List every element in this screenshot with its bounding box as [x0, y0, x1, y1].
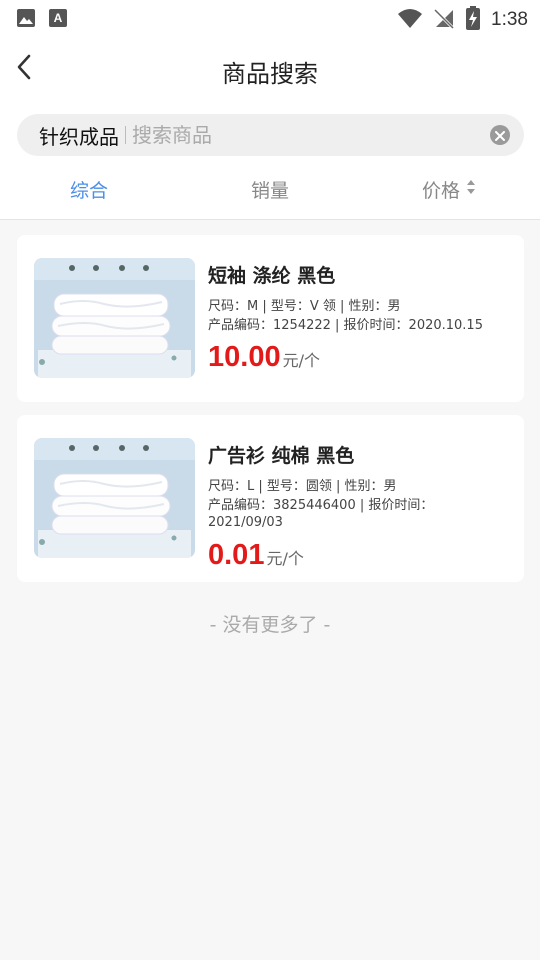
price-unit: 元/个 — [282, 351, 320, 370]
image-icon — [16, 8, 36, 32]
search-keyword[interactable]: 针织成品 — [39, 121, 119, 150]
no-signal-icon — [433, 7, 455, 33]
search-area: 针织成品 — [0, 104, 540, 166]
search-box[interactable]: 针织成品 — [17, 114, 524, 156]
no-more-text: - 没有更多了 - — [209, 614, 331, 636]
product-price: 10.00 元/个 — [208, 341, 320, 374]
svg-text:A: A — [54, 11, 63, 25]
product-spec: 尺码：L | 型号：圆领 | 性别：男 — [208, 479, 397, 494]
price-unit: 元/个 — [266, 549, 304, 568]
search-divider — [125, 126, 126, 144]
tab-sales[interactable]: 销量 — [251, 176, 289, 203]
price-value: 10.00 — [208, 341, 281, 373]
product-name: 短袖 涤纶 黑色 — [208, 265, 336, 287]
product-spec: 尺码：M | 型号：V 领 | 性别：男 — [208, 299, 401, 314]
font-icon: A — [48, 8, 68, 32]
page-title: 商品搜索 — [222, 60, 318, 88]
battery-charging-icon — [465, 6, 481, 34]
product-code: 产品编码：1254222 | 报价时间：2020.10.15 — [208, 318, 483, 333]
tab-price-label: 价格 — [422, 180, 461, 202]
price-value: 0.01 — [208, 539, 265, 571]
search-input[interactable] — [132, 123, 462, 147]
wifi-icon — [397, 7, 423, 33]
sort-tabs: 综合 销量 价格 — [0, 166, 540, 220]
clear-icon — [495, 126, 505, 145]
status-bar: A 1:38 — [0, 0, 540, 36]
product-price: 0.01 元/个 — [208, 539, 304, 572]
product-image[interactable] — [34, 438, 195, 558]
tab-price[interactable]: 价格 — [422, 176, 476, 203]
product-code: 产品编码：3825446400 | 报价时间： — [208, 498, 434, 513]
tab-comprehensive[interactable]: 综合 — [70, 176, 108, 203]
product-image[interactable] — [34, 258, 195, 378]
header: 商品搜索 — [0, 36, 540, 104]
product-quote-date: 2021/09/03 — [208, 515, 283, 530]
sort-icon — [466, 178, 476, 201]
product-card[interactable]: 广告衫 纯棉 黑色 尺码：L | 型号：圆领 | 性别：男 产品编码：38254… — [17, 415, 524, 582]
clock: 1:38 — [491, 9, 528, 30]
product-card[interactable]: 短袖 涤纶 黑色 尺码：M | 型号：V 领 | 性别：男 产品编码：12542… — [17, 235, 524, 402]
product-name: 广告衫 纯棉 黑色 — [208, 445, 355, 467]
clear-search-button[interactable] — [490, 125, 510, 145]
